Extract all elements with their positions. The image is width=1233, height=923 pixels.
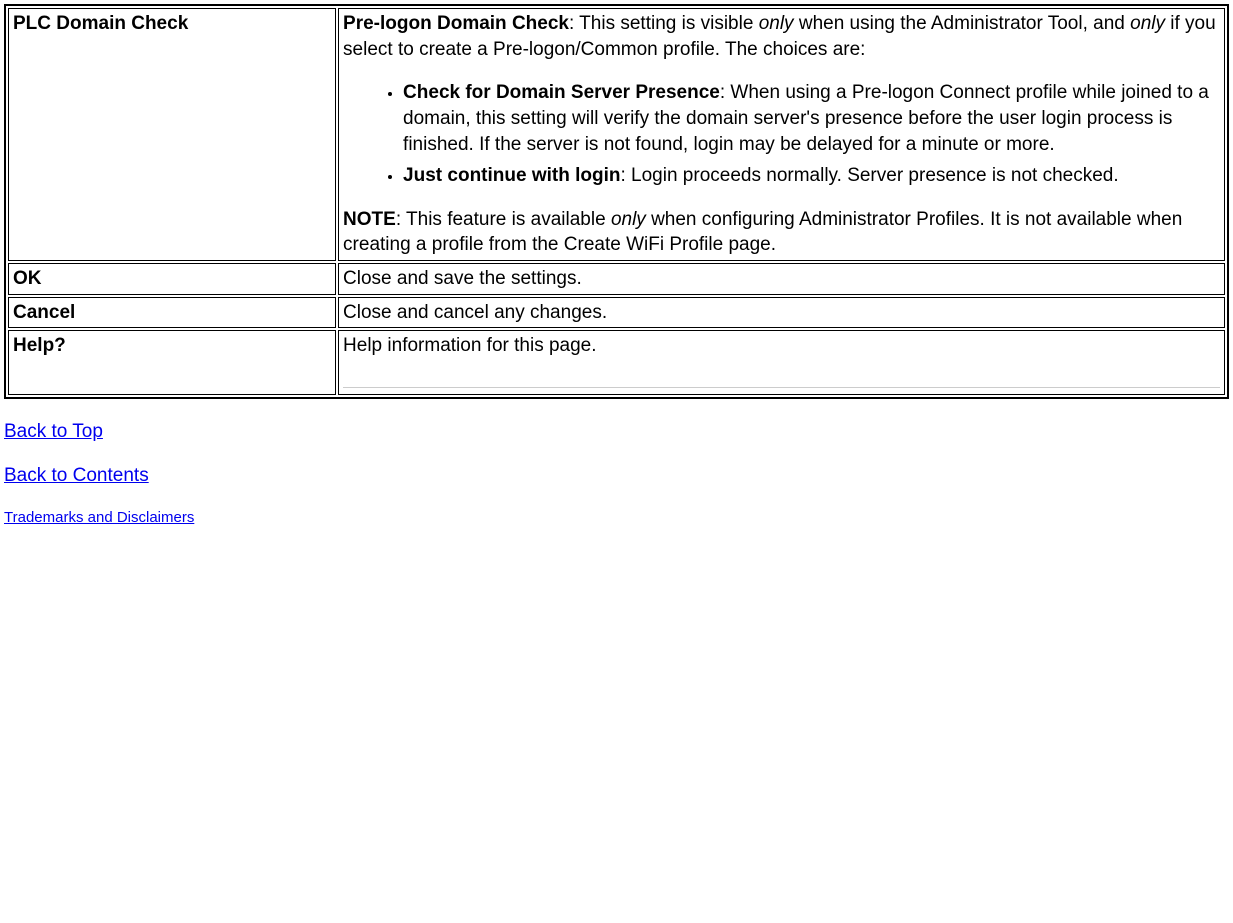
plc-choice-continue-login: Just continue with login: Login proceeds…: [403, 163, 1220, 189]
plc-choice-list: Check for Domain Server Presence: When u…: [383, 80, 1220, 189]
desc-cancel: Close and cancel any changes.: [338, 297, 1225, 329]
plc-note-only: only: [611, 209, 646, 230]
row-plc-domain-check: PLC Domain Check Pre-logon Domain Check:…: [8, 8, 1225, 261]
row-cancel: Cancel Close and cancel any changes.: [8, 297, 1225, 329]
plc-desc-title: Pre-logon Domain Check: [343, 13, 569, 34]
back-to-top-line: Back to Top: [4, 421, 1229, 443]
back-to-contents-link[interactable]: Back to Contents: [4, 465, 149, 486]
trademarks-line: Trademarks and Disclaimers: [4, 509, 1229, 526]
label-cancel: Cancel: [8, 297, 336, 329]
desc-plc-domain-check: Pre-logon Domain Check: This setting is …: [338, 8, 1225, 261]
plc-choice2-desc: : Login proceeds normally. Server presen…: [620, 165, 1118, 186]
back-to-contents-line: Back to Contents: [4, 465, 1229, 487]
desc-ok: Close and save the settings.: [338, 263, 1225, 295]
plc-desc-mid: when using the Administrator Tool, and: [794, 13, 1131, 34]
label-help: Help?: [8, 330, 336, 395]
back-to-top-link[interactable]: Back to Top: [4, 421, 103, 442]
label-plc-domain-check: PLC Domain Check: [8, 8, 336, 261]
plc-note-pre: : This feature is available: [396, 209, 611, 230]
label-ok: OK: [8, 263, 336, 295]
plc-only-1: only: [759, 13, 794, 34]
plc-choice2-title: Just continue with login: [403, 165, 620, 186]
plc-desc-pre: : This setting is visible: [569, 13, 759, 34]
plc-only-2: only: [1130, 13, 1165, 34]
trademarks-link[interactable]: Trademarks and Disclaimers: [4, 509, 194, 526]
row-ok: OK Close and save the settings.: [8, 263, 1225, 295]
desc-help: Help information for this page.: [343, 335, 596, 356]
settings-table: PLC Domain Check Pre-logon Domain Check:…: [4, 4, 1229, 399]
row-help: Help? Help information for this page.: [8, 330, 1225, 395]
plc-choice1-title: Check for Domain Server Presence: [403, 82, 720, 103]
plc-choice-check-server: Check for Domain Server Presence: When u…: [403, 80, 1220, 157]
plc-note-label: NOTE: [343, 209, 396, 230]
desc-help-cell: Help information for this page.: [338, 330, 1225, 395]
help-divider: [343, 387, 1220, 388]
